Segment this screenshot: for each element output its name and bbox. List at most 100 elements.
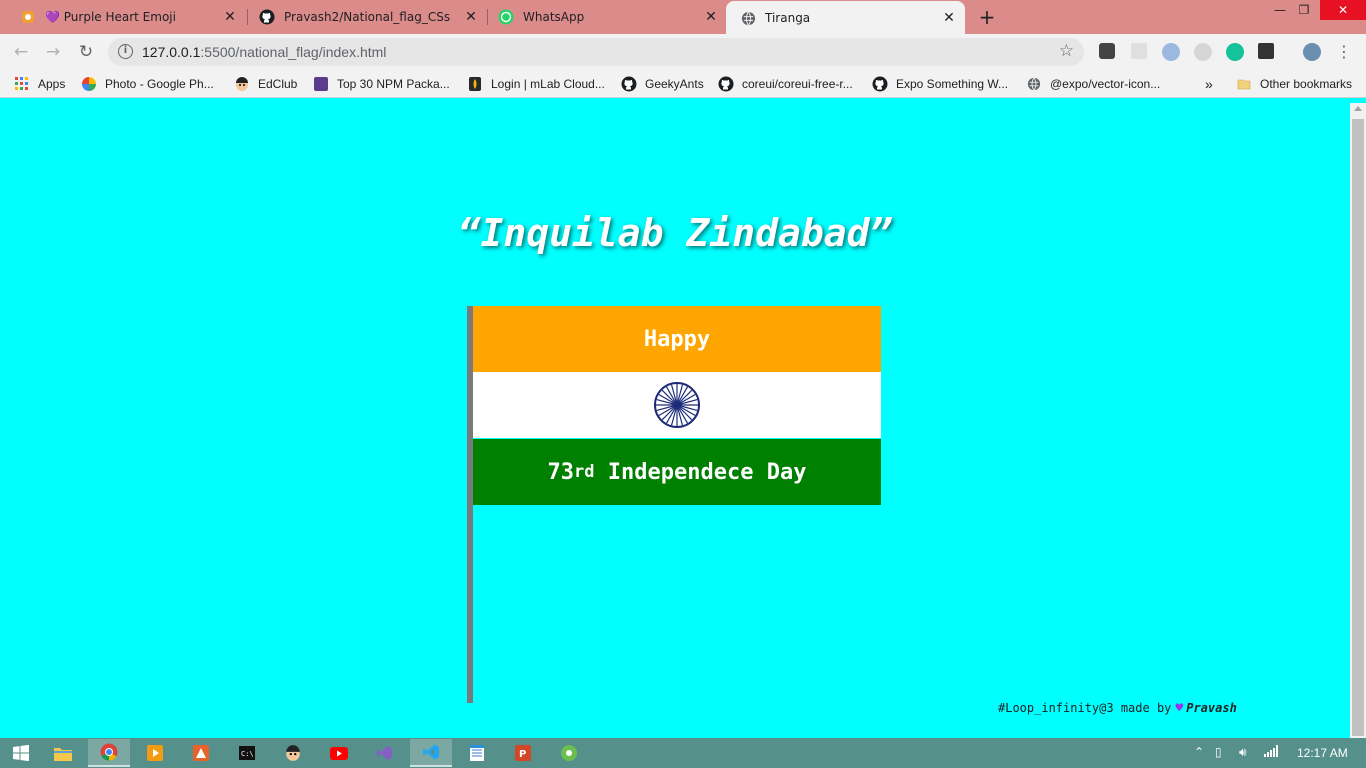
- network-signal-icon[interactable]: [1264, 745, 1278, 760]
- globe-icon: [1026, 76, 1042, 92]
- flag-top-text: Happy: [643, 326, 711, 352]
- url-text[interactable]: 127.0.0.1:5500/national_flag/index.html: [142, 44, 386, 60]
- profile-avatar[interactable]: [1303, 43, 1321, 61]
- purple-heart-icon: ♥: [1175, 701, 1184, 716]
- bookmark-label: Top 30 NPM Packa...: [337, 77, 450, 91]
- green-app-icon[interactable]: [548, 739, 590, 767]
- url-host: 127.0.0.1: [142, 44, 201, 60]
- apps-grid-icon: [14, 76, 30, 92]
- bookmark-coreui[interactable]: coreui/coreui-free-r...: [718, 76, 853, 92]
- blank-extension-icon[interactable]: [1131, 43, 1147, 59]
- timer-extension-icon[interactable]: [1194, 43, 1212, 61]
- tab-title: Pravash2/National_flag_CSs: [284, 10, 451, 24]
- layers-extension-icon[interactable]: [1258, 43, 1274, 59]
- bookmark-expo[interactable]: Expo Something W...: [872, 76, 1008, 92]
- site-info-icon[interactable]: i: [118, 44, 133, 59]
- browser-toolbar: ← → ↻ i 127.0.0.1:5500/national_flag/ind…: [0, 34, 1366, 70]
- new-tab-button[interactable]: +: [976, 6, 998, 28]
- color-picker-extension-icon[interactable]: [1099, 43, 1115, 59]
- tab-title: Tiranga: [765, 11, 811, 25]
- bookmark-label: Apps: [38, 77, 66, 91]
- bookmark-npm-packages[interactable]: Top 30 NPM Packa...: [313, 76, 450, 92]
- tab-purple-heart[interactable]: 💜 Purple Heart Emoji ✕: [6, 0, 246, 34]
- tab-title: 💜 Purple Heart Emoji: [45, 10, 176, 24]
- close-tab-icon[interactable]: ✕: [941, 10, 957, 26]
- bookmark-google-photos[interactable]: Photo - Google Ph...: [81, 76, 214, 92]
- taskbar-clock[interactable]: 12:17 AM: [1297, 746, 1348, 760]
- lens-extension-icon[interactable]: [1162, 43, 1180, 61]
- globe-icon: [740, 10, 756, 26]
- forward-button[interactable]: →: [41, 40, 65, 64]
- restore-button[interactable]: ❐: [1287, 0, 1321, 20]
- url-path: :5500/national_flag/index.html: [200, 44, 387, 60]
- close-tab-icon[interactable]: ✕: [463, 9, 479, 25]
- back-button[interactable]: ←: [9, 40, 33, 64]
- tab-title: WhatsApp: [523, 10, 585, 24]
- bookmark-expo-vector-icons[interactable]: @expo/vector-icon...: [1026, 76, 1160, 92]
- bookmark-label: GeekyAnts: [645, 77, 704, 91]
- tab-tiranga[interactable]: Tiranga ✕: [726, 1, 965, 35]
- scrollbar-thumb[interactable]: [1352, 119, 1364, 736]
- mlab-icon: [467, 76, 483, 92]
- bookmarks-overflow-button[interactable]: »: [1205, 76, 1213, 92]
- office-app-icon[interactable]: [180, 739, 222, 767]
- whatsapp-icon: [498, 9, 514, 25]
- reload-button[interactable]: ↻: [74, 40, 98, 64]
- bookmark-edclub[interactable]: EdClub: [234, 76, 297, 92]
- notepad-icon[interactable]: [456, 739, 498, 767]
- scroll-up-icon[interactable]: [1354, 106, 1362, 111]
- command-prompt-icon[interactable]: C:\: [226, 739, 268, 767]
- bookmark-apps[interactable]: Apps: [14, 76, 65, 92]
- windows-taskbar: C:\ P ⌃ ▯ 🔊︎ 12:17 AM: [0, 738, 1366, 768]
- ashoka-chakra-icon: [654, 382, 700, 428]
- flag-day-number: 73: [547, 459, 575, 485]
- svg-text:P: P: [519, 749, 526, 760]
- windows-start-icon[interactable]: [0, 739, 42, 767]
- flag-saffron-stripe: Happy: [473, 306, 881, 372]
- address-bar[interactable]: i 127.0.0.1:5500/national_flag/index.htm…: [108, 38, 1084, 66]
- youtube-icon[interactable]: [318, 739, 360, 767]
- page-footer: #Loop_infinity@3 made by ♥ Pravash: [998, 701, 1237, 716]
- tab-github-repo[interactable]: Pravash2/National_flag_CSs ✕: [245, 0, 487, 34]
- chakra-hub: [674, 402, 680, 408]
- footer-prefix: #Loop_infinity@3 made by: [998, 701, 1172, 715]
- bookmark-label: coreui/coreui-free-r...: [742, 77, 853, 91]
- bookmark-mlab[interactable]: Login | mLab Cloud...: [467, 76, 605, 92]
- flag-green-stripe: 73rd Independece Day: [473, 439, 881, 505]
- visual-studio-icon[interactable]: [364, 739, 406, 767]
- bookmarks-bar: Apps Photo - Google Ph... EdClub Top 30 …: [0, 70, 1366, 98]
- folder-icon: [1236, 76, 1252, 92]
- chrome-taskbar-icon[interactable]: [88, 739, 130, 767]
- bookmark-label: Photo - Google Ph...: [105, 77, 214, 91]
- file-explorer-icon[interactable]: [42, 739, 84, 767]
- tab-whatsapp[interactable]: WhatsApp ✕: [484, 0, 727, 34]
- bookmark-star-icon[interactable]: ☆: [1059, 41, 1074, 61]
- volume-icon[interactable]: 🔊︎: [1239, 745, 1247, 760]
- other-bookmarks-label: Other bookmarks: [1260, 77, 1353, 91]
- powerpoint-icon[interactable]: P: [502, 739, 544, 767]
- grammarly-icon[interactable]: [1226, 43, 1244, 61]
- vscode-icon[interactable]: [410, 739, 452, 767]
- media-player-icon[interactable]: [134, 739, 176, 767]
- bookmark-label: EdClub: [258, 77, 298, 91]
- menu-kebab-icon[interactable]: ⋮: [1332, 40, 1356, 64]
- edclub-taskbar-icon[interactable]: [272, 739, 314, 767]
- bookmark-label: Login | mLab Cloud...: [491, 77, 605, 91]
- page-headline: “Inquilab Zindabad”: [457, 211, 893, 255]
- close-tab-icon[interactable]: ✕: [222, 9, 238, 25]
- github-icon: [259, 9, 275, 25]
- close-window-button[interactable]: ✕: [1320, 0, 1366, 20]
- close-tab-icon[interactable]: ✕: [703, 9, 719, 25]
- other-bookmarks[interactable]: Other bookmarks: [1236, 76, 1352, 92]
- show-hidden-icons-icon[interactable]: ⌃: [1194, 745, 1204, 759]
- flag-white-stripe: [473, 372, 881, 438]
- emojipedia-icon: [20, 9, 36, 25]
- bookmark-geekyants[interactable]: GeekyAnts: [621, 76, 704, 92]
- tab-strip: 💜 Purple Heart Emoji ✕ Pravash2/National…: [0, 0, 1366, 35]
- vertical-scrollbar[interactable]: [1350, 103, 1366, 738]
- bookmark-label: Expo Something W...: [896, 77, 1009, 91]
- edclub-icon: [234, 76, 250, 92]
- device-icon[interactable]: ▯: [1215, 745, 1222, 759]
- footer-author: Pravash: [1186, 701, 1237, 715]
- google-photos-icon: [81, 76, 97, 92]
